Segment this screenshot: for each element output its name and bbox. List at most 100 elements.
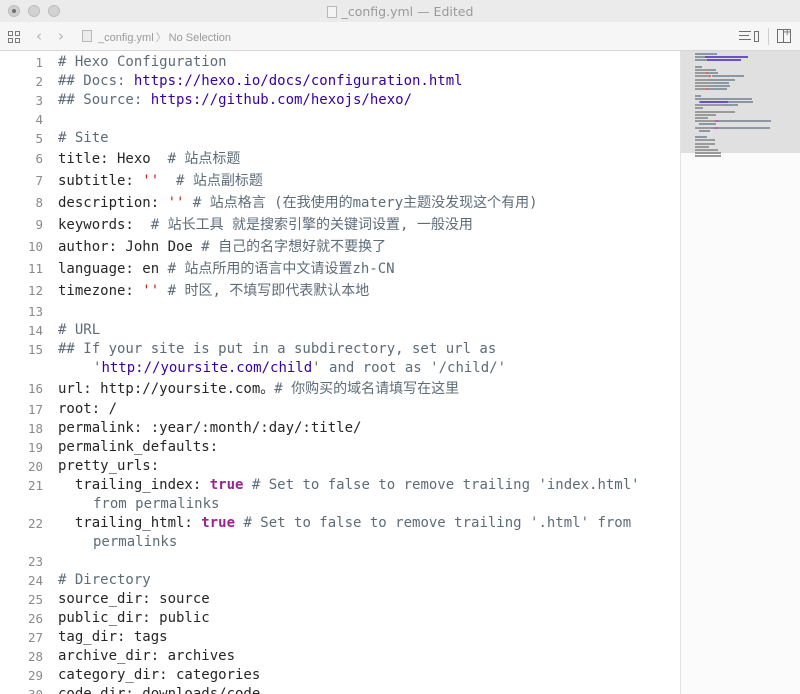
jump-bar: ‹ › _config.yml 〉 No Selection xyxy=(0,22,800,51)
code-line[interactable]: 23 xyxy=(0,552,680,571)
code-line[interactable]: from permalinks xyxy=(0,495,680,514)
line-text: permalinks xyxy=(58,533,177,552)
minimap-stroke xyxy=(695,110,735,113)
code-line[interactable]: 22 trailing_html: true # Set to false to… xyxy=(0,514,680,533)
breadcrumb-file[interactable]: _config.yml xyxy=(98,32,154,44)
code-line[interactable]: 29 category_dir: categories xyxy=(0,666,680,685)
chevron-right-icon[interactable]: › xyxy=(58,27,64,45)
minimap-stroke xyxy=(695,69,710,71)
code-line[interactable]: 7 subtitle: '' # 站点副标题 xyxy=(0,170,680,192)
minimap-stroke xyxy=(709,69,716,71)
code-line[interactable]: 15 ## If your site is put in a subdirecto… xyxy=(0,340,680,359)
code-line[interactable]: 1 # Hexo Configuration xyxy=(0,53,680,72)
minimap-stroke xyxy=(695,56,705,59)
code-line[interactable]: 5 # Site xyxy=(0,129,680,148)
code-line[interactable]: 11 language: en # 站点所用的语言中文请设置zh-CN xyxy=(0,258,680,280)
code-token: # URL xyxy=(58,322,101,338)
line-number: 22 xyxy=(27,516,43,531)
code-line[interactable]: 19 permalink_defaults: xyxy=(0,438,680,457)
minimap-stroke xyxy=(700,101,728,103)
code-line[interactable]: 26 public_dir: public xyxy=(0,609,680,628)
minimap-stroke xyxy=(695,78,708,81)
minimap-stroke xyxy=(695,155,722,158)
code-line[interactable]: 2 ## Docs: https://hexo.io/docs/configura… xyxy=(0,72,680,91)
add-editor-icon[interactable] xyxy=(777,27,791,43)
minimap-stroke xyxy=(707,78,735,81)
minimap-stroke xyxy=(704,56,748,59)
code-line[interactable]: 17 root: / xyxy=(0,400,680,419)
code-line[interactable]: 27 tag_dir: tags xyxy=(0,628,680,647)
code-token: permalink_defaults: xyxy=(58,439,219,455)
code-token: # 站长工具 就是搜索引擎的关键词设置, 一般没用 xyxy=(150,217,473,233)
related-items-grid-icon[interactable] xyxy=(8,31,20,43)
line-number: 16 xyxy=(27,381,43,396)
code-line[interactable]: permalinks xyxy=(0,533,680,552)
line-text: pretty_urls: xyxy=(58,457,159,476)
line-number: 24 xyxy=(27,573,43,588)
minimap-stroke xyxy=(712,75,745,78)
line-number: 19 xyxy=(27,440,43,455)
code-line[interactable]: 'http://yoursite.com/child' and root as … xyxy=(0,359,680,378)
breadcrumb-selection[interactable]: No Selection xyxy=(169,32,231,44)
document-proxy-icon[interactable] xyxy=(326,6,337,18)
code-line[interactable]: 21 trailing_index: true # Set to false t… xyxy=(0,476,680,495)
line-number: 11 xyxy=(27,261,43,276)
line-number: 10 xyxy=(27,239,43,254)
code-token: category_dir: categories xyxy=(58,667,261,683)
code-token: code_dir: downloads/code xyxy=(58,686,261,694)
line-number: 5 xyxy=(35,131,43,146)
code-line[interactable]: 12 timezone: '' # 时区, 不填写即代表默认本地 xyxy=(0,280,680,302)
code-token: ## Source: xyxy=(58,92,151,108)
code-token: from permalinks xyxy=(93,496,220,512)
code-line[interactable]: 28 archive_dir: archives xyxy=(0,647,680,666)
code-line[interactable]: 10 author: John Doe # 自己的名字想好就不要换了 xyxy=(0,236,680,258)
line-text: code_dir: downloads/code xyxy=(58,685,260,694)
code-token: # Site xyxy=(58,130,109,146)
line-text: ## Docs: https://hexo.io/docs/configurat… xyxy=(58,72,463,91)
code-editor[interactable]: 1 # Hexo Configuration 2 ## Docs: https://h… xyxy=(0,51,680,694)
minimap-stroke xyxy=(695,88,706,91)
code-line[interactable]: 18 permalink: :year/:month/:day/:title/ xyxy=(0,419,680,438)
chevron-left-icon[interactable]: ‹ xyxy=(36,27,42,45)
minimap-stroke xyxy=(695,94,701,97)
minimap-stroke xyxy=(710,72,719,75)
code-line[interactable]: 14 # URL xyxy=(0,321,680,340)
line-number: 20 xyxy=(27,459,43,474)
code-token: trailing_html: xyxy=(58,515,202,531)
code-line[interactable]: 8 description: '' # 站点格言 (在我使用的matery主题没发… xyxy=(0,192,680,214)
line-text: source_dir: source xyxy=(58,590,210,609)
code-token: permalinks xyxy=(93,534,178,550)
line-number: 27 xyxy=(27,630,43,645)
code-token: keywords: xyxy=(58,217,151,233)
code-line[interactable]: 30 code_dir: downloads/code xyxy=(0,685,680,694)
code-line[interactable]: 25 source_dir: source xyxy=(0,590,680,609)
breadcrumb-separator: 〉 xyxy=(155,32,167,44)
code-line[interactable]: 6 title: Hexo # 站点标题 xyxy=(0,148,680,170)
code-token: # 时区, 不填写即代表默认本地 xyxy=(167,283,370,299)
minimap-stroke xyxy=(695,126,714,129)
line-number: 7 xyxy=(35,173,43,188)
minimap-stroke xyxy=(695,136,708,139)
code-line[interactable]: 3 ## Source: https://github.com/hexojs/he… xyxy=(0,91,680,110)
line-text: category_dir: categories xyxy=(58,666,260,685)
code-token: # 自己的名字想好就不要换了 xyxy=(201,239,387,255)
editor-options-icon[interactable] xyxy=(739,30,759,43)
code-token: # Hexo Configuration xyxy=(58,54,227,70)
line-number: 21 xyxy=(27,478,43,493)
code-line[interactable]: 4 xyxy=(0,110,680,129)
code-token: trailing_index: xyxy=(58,477,210,493)
code-token: archive_dir: archives xyxy=(58,648,236,664)
code-line[interactable]: 9 keywords: # 站长工具 就是搜索引擎的关键词设置, 一般没用 xyxy=(0,214,680,236)
code-token: # 站点标题 xyxy=(167,151,241,167)
code-line[interactable]: 16 url: http://yoursite.com。# 你购买的域名请填写在这… xyxy=(0,378,680,400)
code-line[interactable]: 24 # Directory xyxy=(0,571,680,590)
minimap[interactable] xyxy=(680,51,800,694)
code-line[interactable]: 13 xyxy=(0,302,680,321)
code-token: https://hexo.io/docs/configuration.html xyxy=(133,73,463,89)
line-text: # Site xyxy=(58,129,109,148)
line-number: 1 xyxy=(35,55,43,70)
code-line[interactable]: 20 pretty_urls: xyxy=(0,457,680,476)
line-text: author: John Doe # 自己的名字想好就不要换了 xyxy=(58,236,386,258)
